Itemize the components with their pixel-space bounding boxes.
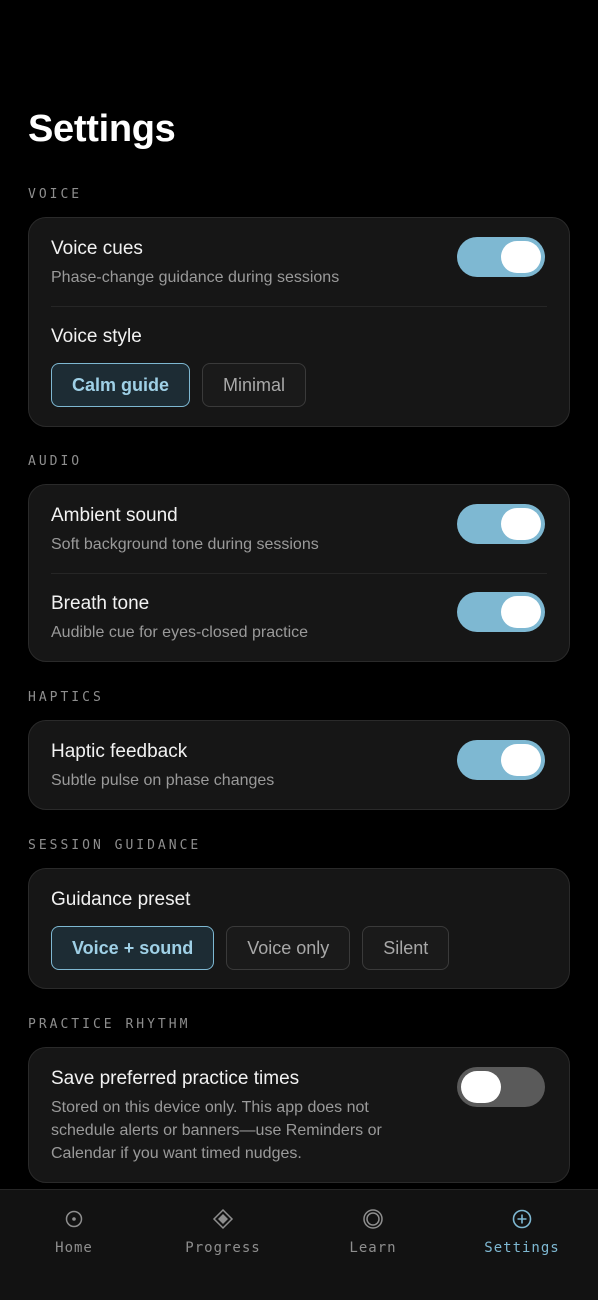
tab-settings-label: Settings [484, 1240, 560, 1256]
divider [51, 573, 547, 574]
section-label-voice: VOICE [28, 187, 83, 202]
section-label-session-guidance: SESSION GUIDANCE [28, 838, 202, 853]
voice-style-title: Voice style [51, 326, 142, 347]
breath-tone-toggle[interactable] [457, 592, 545, 632]
save-times-subtitle-line: Stored on this device only. This app doe… [51, 1099, 369, 1116]
voice-style-option-calm-guide[interactable]: Calm guide [51, 363, 191, 407]
home-icon [65, 1210, 83, 1228]
voice-style-option-minimal[interactable]: Minimal [202, 363, 307, 407]
save-times-toggle[interactable] [457, 1067, 545, 1107]
voice-card: Voice cues Phase-change guidance during … [28, 217, 570, 427]
haptic-feedback-toggle[interactable] [457, 740, 545, 780]
page-title: Settings [28, 108, 176, 150]
guidance-preset-title: Guidance preset [51, 889, 191, 910]
tab-settings[interactable]: Settings [462, 1208, 582, 1256]
divider [51, 306, 547, 307]
save-times-subtitle: Stored on this device only. This app doe… [51, 1096, 429, 1165]
save-times-subtitle-line: schedule alerts or banners—use Reminders… [51, 1122, 382, 1139]
voice-style-options: Calm guide Minimal [51, 363, 307, 407]
tab-home-label: Home [55, 1240, 93, 1256]
guidance-option-silent[interactable]: Silent [362, 926, 450, 970]
learn-icon [363, 1209, 383, 1229]
guidance-card: Guidance preset Voice + sound Voice only… [28, 868, 570, 989]
settings-icon [512, 1209, 532, 1229]
section-label-audio: AUDIO [28, 454, 83, 469]
audio-card: Ambient sound Soft background tone durin… [28, 484, 570, 662]
ambient-sound-toggle[interactable] [457, 504, 545, 544]
guidance-option-voice-sound[interactable]: Voice + sound [51, 926, 215, 970]
toggle-knob [501, 744, 541, 776]
voice-cues-toggle[interactable] [457, 237, 545, 277]
progress-icon [212, 1208, 234, 1230]
tab-progress[interactable]: Progress [163, 1208, 283, 1256]
tab-learn[interactable]: Learn [313, 1208, 433, 1256]
tab-learn-label: Learn [349, 1240, 397, 1256]
guidance-preset-options: Voice + sound Voice only Silent [51, 926, 450, 970]
tab-progress-label: Progress [185, 1240, 261, 1256]
toggle-knob [461, 1071, 501, 1103]
tab-bar: Home Progress Learn Settings [0, 1189, 598, 1300]
save-times-subtitle-line: Calendar if you want timed nudges. [51, 1145, 302, 1162]
toggle-knob [501, 596, 541, 628]
guidance-option-voice-only[interactable]: Voice only [226, 926, 351, 970]
section-label-haptics: HAPTICS [28, 690, 104, 705]
section-label-practice-rhythm: PRACTICE RHYTHM [28, 1017, 191, 1032]
rhythm-card: Save preferred practice times Stored on … [28, 1047, 570, 1183]
save-times-row: Save preferred practice times Stored on … [51, 1068, 429, 1165]
toggle-knob [501, 241, 541, 273]
save-times-title: Save preferred practice times [51, 1068, 300, 1089]
haptics-card: Haptic feedback Subtle pulse on phase ch… [28, 720, 570, 810]
guidance-preset-row: Guidance preset [51, 889, 547, 911]
tab-home[interactable]: Home [14, 1208, 134, 1256]
toggle-knob [501, 508, 541, 540]
voice-style-row: Voice style [51, 326, 547, 348]
